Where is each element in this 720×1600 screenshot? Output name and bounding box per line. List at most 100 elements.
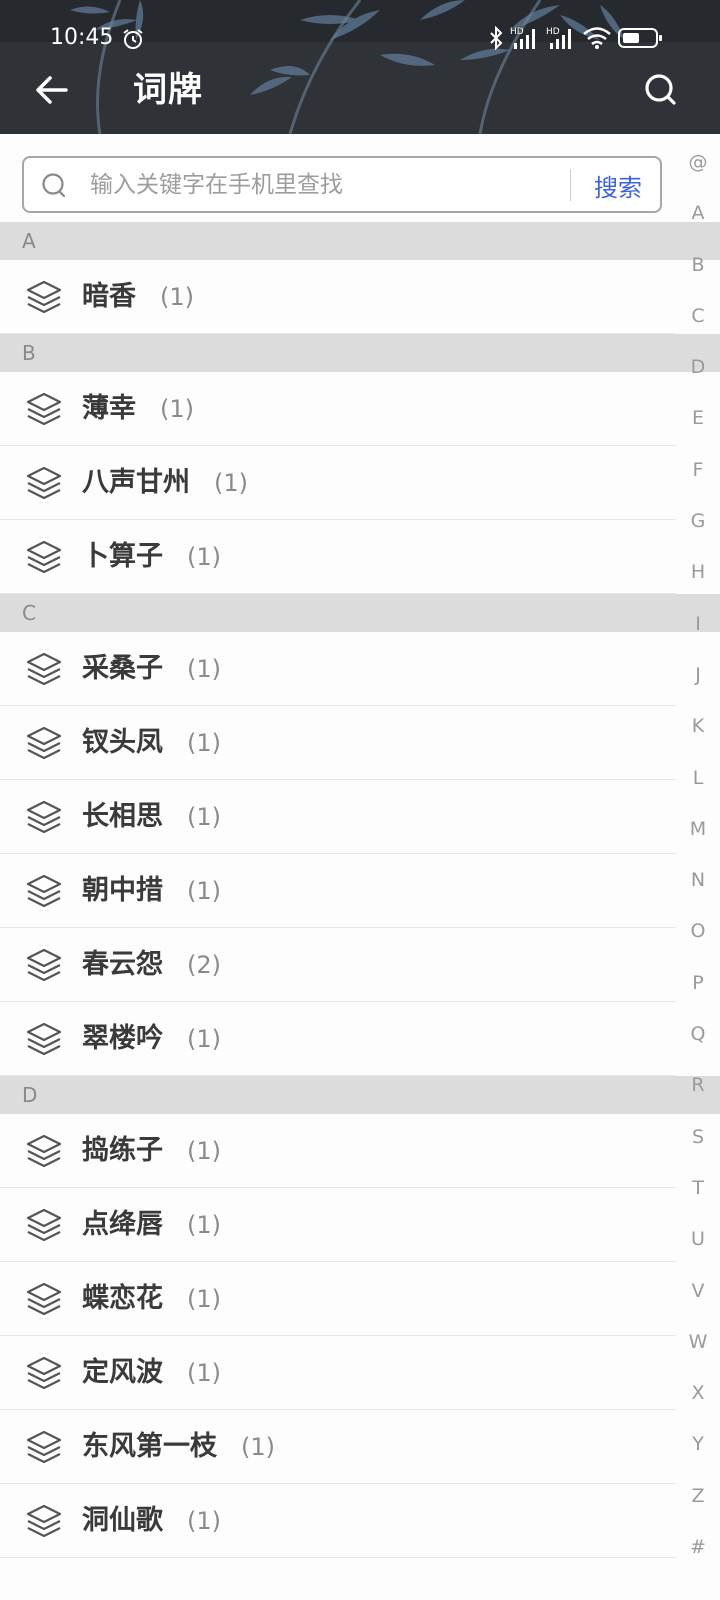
list-item-title: 薄幸 xyxy=(82,393,136,424)
list-item-title: 东风第一枝 xyxy=(82,1431,217,1462)
layers-icon xyxy=(25,946,63,984)
list-item-count: (1) xyxy=(160,283,194,311)
bluetooth-icon xyxy=(490,26,503,50)
layers-icon xyxy=(25,1132,63,1170)
alphabet-index-letter[interactable]: R xyxy=(676,1070,720,1121)
layers-icon xyxy=(25,1354,63,1392)
alarm-clock-icon xyxy=(123,29,143,49)
section-header: D xyxy=(0,1076,720,1114)
layers-icon xyxy=(25,538,63,576)
wifi-icon xyxy=(583,27,611,49)
alphabet-index-letter[interactable]: F xyxy=(676,455,720,506)
list-item-count: (1) xyxy=(241,1433,275,1461)
list-item-name: 定风波 (1) xyxy=(82,1336,221,1410)
list-item[interactable]: 蝶恋花 (1) xyxy=(0,1262,676,1336)
alphabet-index-letter[interactable]: B xyxy=(676,250,720,301)
list-item-name: 薄幸 (1) xyxy=(82,372,194,446)
bamboo-decoration xyxy=(70,0,625,134)
list-item[interactable]: 翠楼吟 (1) xyxy=(0,1002,676,1076)
list-item-count: (1) xyxy=(187,803,221,831)
alphabet-index-letter[interactable]: Q xyxy=(676,1019,720,1070)
alphabet-index-letter[interactable]: D xyxy=(676,352,720,403)
list-item[interactable]: 朝中措 (1) xyxy=(0,854,676,928)
alphabet-index-letter[interactable]: P xyxy=(676,968,720,1019)
svg-text:HD: HD xyxy=(546,27,560,37)
alphabet-index-letter[interactable]: @ xyxy=(676,147,720,198)
alphabet-index-letter[interactable]: N xyxy=(676,865,720,916)
list-item-count: (2) xyxy=(187,951,221,979)
list-item-name: 春云怨 (2) xyxy=(82,928,221,1002)
list-item[interactable]: 捣练子 (1) xyxy=(0,1114,676,1188)
signal-strength-icon: HD xyxy=(546,27,571,49)
cipai-list: A 暗香 (1) B 薄幸 (1) 八声甘州 (1) 卜算子 (1) C 采桑子 (1) 钗头凤 (1) 长相… xyxy=(0,222,720,1558)
layers-icon xyxy=(25,1206,63,1244)
list-item-count: (1) xyxy=(187,1507,221,1535)
list-item-count: (1) xyxy=(187,1211,221,1239)
svg-text:HD: HD xyxy=(510,27,524,37)
search-button[interactable]: 搜索 xyxy=(574,158,662,212)
list-item[interactable]: 春云怨 (2) xyxy=(0,928,676,1002)
alphabet-index-letter[interactable]: J xyxy=(676,660,720,711)
alphabet-index-letter[interactable]: M xyxy=(676,814,720,865)
alphabet-index[interactable]: @ A B C D E F G H I J K L M N O P Q R S T U V W X Y Z # xyxy=(676,147,720,1567)
alphabet-index-letter[interactable]: # xyxy=(676,1532,720,1583)
list-item[interactable]: 钗头凤 (1) xyxy=(0,706,676,780)
list-item[interactable]: 点绛唇 (1) xyxy=(0,1188,676,1262)
layers-icon xyxy=(25,1502,63,1540)
list-item-title: 定风波 xyxy=(82,1357,163,1388)
alphabet-index-letter[interactable]: E xyxy=(676,403,720,454)
page-title: 词牌 xyxy=(133,70,203,110)
list-item-title: 春云怨 xyxy=(82,949,163,980)
list-item-name: 翠楼吟 (1) xyxy=(82,1002,221,1076)
alphabet-index-letter[interactable]: H xyxy=(676,557,720,608)
list-item-title: 采桑子 xyxy=(82,653,163,684)
layers-icon xyxy=(25,1020,63,1058)
alphabet-index-letter[interactable]: A xyxy=(676,198,720,249)
list-item[interactable]: 八声甘州 (1) xyxy=(0,446,676,520)
alphabet-index-letter[interactable]: G xyxy=(676,506,720,557)
alphabet-index-letter[interactable]: L xyxy=(676,763,720,814)
list-item[interactable]: 卜算子 (1) xyxy=(0,520,676,594)
list-item-title: 蝶恋花 xyxy=(82,1283,163,1314)
signal-strength-icon: HD xyxy=(510,27,535,49)
alphabet-index-letter[interactable]: I xyxy=(676,609,720,660)
search-bar: 搜索 xyxy=(22,156,662,213)
alphabet-index-letter[interactable]: T xyxy=(676,1173,720,1224)
alphabet-index-letter[interactable]: W xyxy=(676,1327,720,1378)
alphabet-index-letter[interactable]: C xyxy=(676,301,720,352)
alphabet-index-letter[interactable]: S xyxy=(676,1122,720,1173)
list-item-name: 点绛唇 (1) xyxy=(82,1188,221,1262)
layers-icon xyxy=(25,1428,63,1466)
list-item-title: 点绛唇 xyxy=(82,1209,163,1240)
list-item-title: 暗香 xyxy=(82,281,136,312)
alphabet-index-letter[interactable]: O xyxy=(676,916,720,967)
list-item[interactable]: 采桑子 (1) xyxy=(0,632,676,706)
search-input[interactable] xyxy=(90,166,570,204)
status-time: 10:45 xyxy=(50,25,114,50)
alphabet-index-letter[interactable]: U xyxy=(676,1224,720,1275)
list-item[interactable]: 暗香 (1) xyxy=(0,260,676,334)
alphabet-index-letter[interactable]: X xyxy=(676,1378,720,1429)
list-item[interactable]: 长相思 (1) xyxy=(0,780,676,854)
back-button[interactable] xyxy=(30,68,74,112)
layers-icon xyxy=(25,390,63,428)
list-item[interactable]: 东风第一枝 (1) xyxy=(0,1410,676,1484)
search-icon xyxy=(42,173,66,198)
list-item[interactable]: 定风波 (1) xyxy=(0,1336,676,1410)
layers-icon xyxy=(25,798,63,836)
alphabet-index-letter[interactable]: Y xyxy=(676,1429,720,1480)
alphabet-index-letter[interactable]: Z xyxy=(676,1481,720,1532)
list-item-name: 长相思 (1) xyxy=(82,780,221,854)
list-item-count: (1) xyxy=(187,1359,221,1387)
list-item-title: 钗头凤 xyxy=(82,727,163,758)
list-item[interactable]: 薄幸 (1) xyxy=(0,372,676,446)
layers-icon xyxy=(25,464,63,502)
search-icon[interactable] xyxy=(642,70,682,110)
alphabet-index-letter[interactable]: K xyxy=(676,711,720,762)
alphabet-index-letter[interactable]: V xyxy=(676,1276,720,1327)
list-item-name: 洞仙歌 (1) xyxy=(82,1484,221,1558)
list-item-title: 朝中措 xyxy=(82,875,163,906)
list-item[interactable]: 洞仙歌 (1) xyxy=(0,1484,676,1558)
list-item-name: 卜算子 (1) xyxy=(82,520,221,594)
layers-icon xyxy=(25,724,63,762)
